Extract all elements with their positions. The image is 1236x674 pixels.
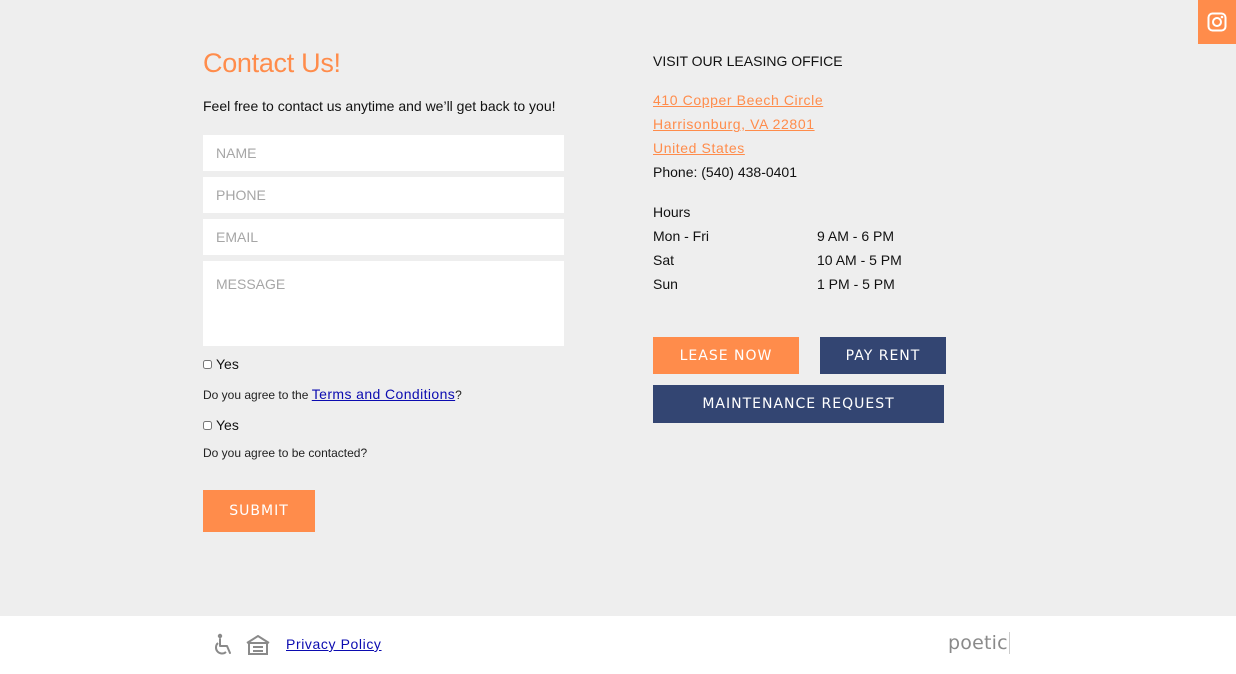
equal-housing-icon (245, 634, 271, 660)
poetic-logo[interactable]: poetic (948, 632, 1008, 654)
pay-rent-button[interactable]: PAY RENT (820, 337, 946, 374)
terms-question-suffix: ? (455, 388, 462, 402)
logo-divider (1009, 632, 1010, 654)
footer (0, 616, 1236, 674)
hours-heading: Hours (653, 204, 691, 220)
terms-checkbox[interactable] (203, 359, 212, 369)
phone-input[interactable] (203, 177, 564, 213)
terms-link[interactable]: Terms and Conditions (312, 386, 455, 402)
hours-day: Sun (653, 276, 678, 292)
address-line2-link[interactable]: Harrisonburg, VA 22801 (653, 116, 815, 132)
office-heading: VISIT OUR LEASING OFFICE (653, 53, 843, 69)
maintenance-request-button[interactable]: MAINTENANCE REQUEST (653, 385, 944, 423)
submit-button[interactable]: SUBMIT (203, 490, 315, 532)
contact-checkbox[interactable] (203, 420, 212, 430)
main-section: Contact Us! Feel free to contact us anyt… (0, 0, 1236, 616)
terms-question: Do you agree to the Terms and Conditions… (203, 386, 462, 402)
office-phone: Phone: (540) 438-0401 (653, 164, 797, 180)
email-input[interactable] (203, 219, 564, 255)
instagram-button[interactable] (1198, 0, 1236, 44)
address-line3-link[interactable]: United States (653, 140, 745, 156)
terms-question-prefix: Do you agree to the (203, 388, 312, 402)
contact-question: Do you agree to be contacted? (203, 446, 368, 460)
instagram-icon (1207, 12, 1227, 32)
terms-checkbox-label: Yes (216, 356, 239, 372)
name-input[interactable] (203, 135, 564, 171)
contact-checkbox-row[interactable]: Yes (203, 417, 239, 433)
wheelchair-icon (213, 633, 235, 662)
hours-time: 1 PM - 5 PM (817, 276, 895, 292)
address-line1-link[interactable]: 410 Copper Beech Circle (653, 92, 823, 108)
hours-time: 9 AM - 6 PM (817, 228, 895, 244)
privacy-policy-link[interactable]: Privacy Policy (286, 636, 382, 652)
hours-time: 10 AM - 5 PM (817, 252, 902, 268)
contact-subtitle: Feel free to contact us anytime and we’l… (203, 98, 556, 114)
contact-title: Contact Us! (203, 48, 341, 78)
contact-checkbox-label: Yes (216, 417, 239, 433)
message-textarea[interactable] (203, 261, 564, 346)
hours-day: Mon - Fri (653, 228, 709, 244)
lease-now-button[interactable]: LEASE NOW (653, 337, 799, 374)
hours-day: Sat (653, 252, 675, 268)
terms-checkbox-row[interactable]: Yes (203, 356, 239, 372)
